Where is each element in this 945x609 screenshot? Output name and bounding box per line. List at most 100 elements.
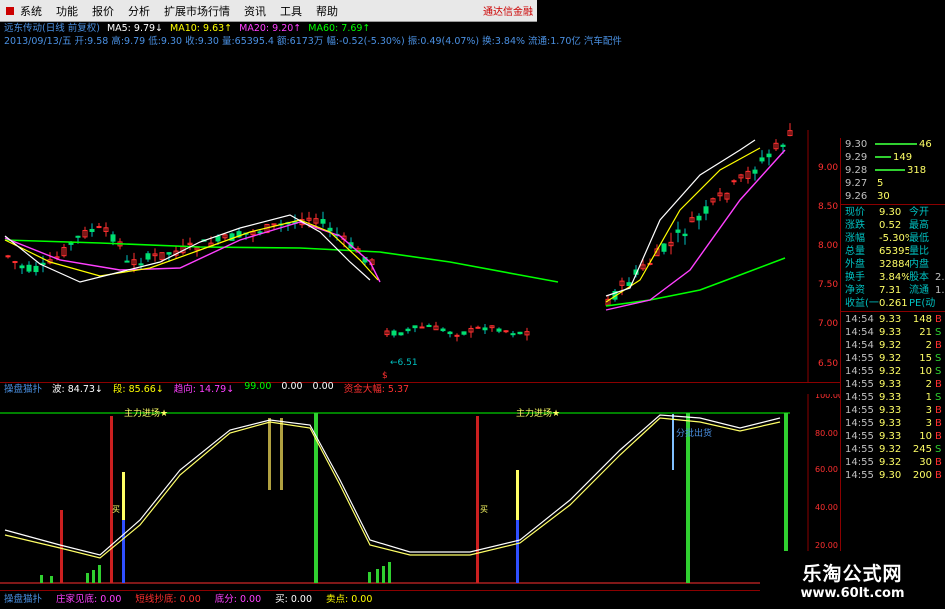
indicator-value-1: 波: 84.73↓ xyxy=(52,384,103,395)
tick-v: 2 xyxy=(925,379,932,390)
candle-body xyxy=(166,252,172,255)
bottom-indicator-2: 短线抄底: 0.00 xyxy=(135,594,201,605)
quote-row: 涨幅 -5.30%最低 xyxy=(841,232,945,245)
signal-bar xyxy=(98,565,101,583)
tick-list: 14:54 9.33 148 B 14:54 9.33 21 S 14:54 9.32 2 B 14:5… xyxy=(841,313,945,482)
tick-row: 14:55 9.32 15 S xyxy=(841,352,945,365)
quote-k2: 最高 xyxy=(909,220,929,231)
quote-divider xyxy=(841,204,945,205)
tick-p: 9.32 xyxy=(879,366,902,377)
signal-bar xyxy=(388,562,391,583)
candle-body xyxy=(124,260,130,263)
candle-body xyxy=(440,328,446,332)
distribution-label: 分批出货 xyxy=(676,427,712,439)
tick-p: 9.33 xyxy=(879,379,902,390)
tick-row: 14:55 9.33 3 B xyxy=(841,404,945,417)
candle-body xyxy=(89,228,95,232)
orderbook-row[interactable]: 9.27 5 xyxy=(841,177,945,190)
tick-t: 14:55 xyxy=(845,353,874,364)
indicator-value-3: 趋向: 14.79↓ xyxy=(173,384,235,395)
tick-row: 14:55 9.33 1 S xyxy=(841,391,945,404)
orderbook-volume: 318 xyxy=(907,165,927,176)
quote-k2: PE(动) xyxy=(909,298,935,309)
quote-row: 涨跌 0.52 最高 xyxy=(841,219,945,232)
quote-panel: 9.30 46 9.29 149 9.28 318 9.27 5 9.26 30 现价 9.30 今开… xyxy=(840,138,945,609)
menu-item-extended-market[interactable]: 扩展市场行情 xyxy=(164,3,230,19)
menu-item-help[interactable]: 帮助 xyxy=(316,3,338,19)
quote-k1: 外盘 xyxy=(845,259,865,270)
tick-t: 14:55 xyxy=(845,392,874,403)
candle-body xyxy=(257,231,263,234)
tick-row: 14:55 9.33 3 B xyxy=(841,417,945,430)
candles-group xyxy=(5,123,793,342)
brand-label: 通达信金融 xyxy=(483,7,533,18)
tick-row: 14:55 9.32 245 S xyxy=(841,443,945,456)
quote-v2 xyxy=(935,206,945,219)
tick-p: 9.33 xyxy=(879,392,902,403)
quote-v1: 65395 xyxy=(879,246,909,257)
tick-t: 14:55 xyxy=(845,457,874,468)
quote-stats: 现价 9.30 今开涨跌 0.52 最高涨幅 -5.30%最低总量 65395量比外盘 328… xyxy=(841,206,945,310)
candle-body xyxy=(454,334,460,337)
bottom-indicator-1: 庄家见底: 0.00 xyxy=(56,594,122,605)
candle-body xyxy=(391,330,397,336)
quote-v2 xyxy=(935,297,945,310)
site-watermark: 乐淘公式网 www.60lt.com xyxy=(760,551,945,609)
tick-row: 14:55 9.32 10 S xyxy=(841,365,945,378)
tick-s: S xyxy=(935,392,942,403)
candle-body xyxy=(496,328,502,332)
ma-legend-item-4: MA60: 7.69↑ xyxy=(308,23,371,34)
low-price-marker: ←6.51 xyxy=(390,358,418,368)
menu-item-analysis[interactable]: 分析 xyxy=(128,3,150,19)
candle-body xyxy=(426,324,432,328)
indicator-chart[interactable]: 主力进场★ 主力进场★ 分批出货 买 买 100.00 80.00 60.00 40.… xyxy=(0,394,840,590)
menu-item-news[interactable]: 资讯 xyxy=(244,3,266,19)
orderbook-row[interactable]: 9.29 149 xyxy=(841,151,945,164)
orderbook-volume: 149 xyxy=(893,152,913,163)
candle-body xyxy=(110,234,116,242)
signal-bar xyxy=(60,510,63,583)
quote-v2 xyxy=(935,232,945,245)
candle-body xyxy=(510,333,516,336)
quote-v1: -5.30% xyxy=(879,233,909,244)
tick-p: 9.32 xyxy=(879,444,902,455)
candle-body xyxy=(75,235,81,238)
candle-body xyxy=(12,261,18,264)
tick-p: 9.32 xyxy=(879,353,902,364)
tick-s: S xyxy=(935,353,942,364)
candle-body xyxy=(696,215,702,221)
ma60-line xyxy=(4,239,559,283)
bottom-indicator-0: 操盘猫扑 xyxy=(4,594,43,605)
signal-bar xyxy=(672,414,674,470)
menu-item-tools[interactable]: 工具 xyxy=(280,3,302,19)
candle-body xyxy=(682,233,688,237)
tick-s: S xyxy=(935,327,942,338)
orderbook-row[interactable]: 9.26 30 xyxy=(841,190,945,203)
orderbook-row[interactable]: 9.30 46 xyxy=(841,138,945,151)
candle-body xyxy=(33,265,39,273)
bottom-indicator-4: 买: 0.00 xyxy=(275,594,313,605)
tick-v: 10 xyxy=(919,431,932,442)
tick-s: B xyxy=(935,431,942,442)
menu-item-quote[interactable]: 报价 xyxy=(92,3,114,19)
quote-k1: 换手 xyxy=(845,272,865,283)
candlestick-chart[interactable]: 9.00 8.50 8.00 7.50 7.00 6.50 ←6.51 $ xyxy=(0,50,840,382)
quote-v1: 0.261 xyxy=(879,298,908,309)
orderbook-row[interactable]: 9.28 318 xyxy=(841,164,945,177)
quote-k2: 内盘 xyxy=(909,259,929,270)
candle-body xyxy=(398,332,404,336)
signal-bar xyxy=(268,418,271,490)
quote-row: 外盘 32884 内盘 xyxy=(841,258,945,271)
candle-body xyxy=(780,144,786,147)
candle-body xyxy=(731,180,737,183)
candle-body xyxy=(503,330,509,333)
menu-item-system[interactable]: 系统 xyxy=(20,3,42,19)
tick-p: 9.32 xyxy=(879,457,902,468)
menu-item-function[interactable]: 功能 xyxy=(56,3,78,19)
ohlc-info-item-0: 2013/09/13/五 开:9.58 高:9.79 低:9.30 收:9.30… xyxy=(4,36,622,47)
candle-body xyxy=(461,331,467,335)
tick-p: 9.33 xyxy=(879,314,902,325)
quote-k2: 股本 xyxy=(909,272,929,283)
indicator-value-2: 段: 85.66↓ xyxy=(112,384,164,395)
tick-s: B xyxy=(935,340,942,351)
